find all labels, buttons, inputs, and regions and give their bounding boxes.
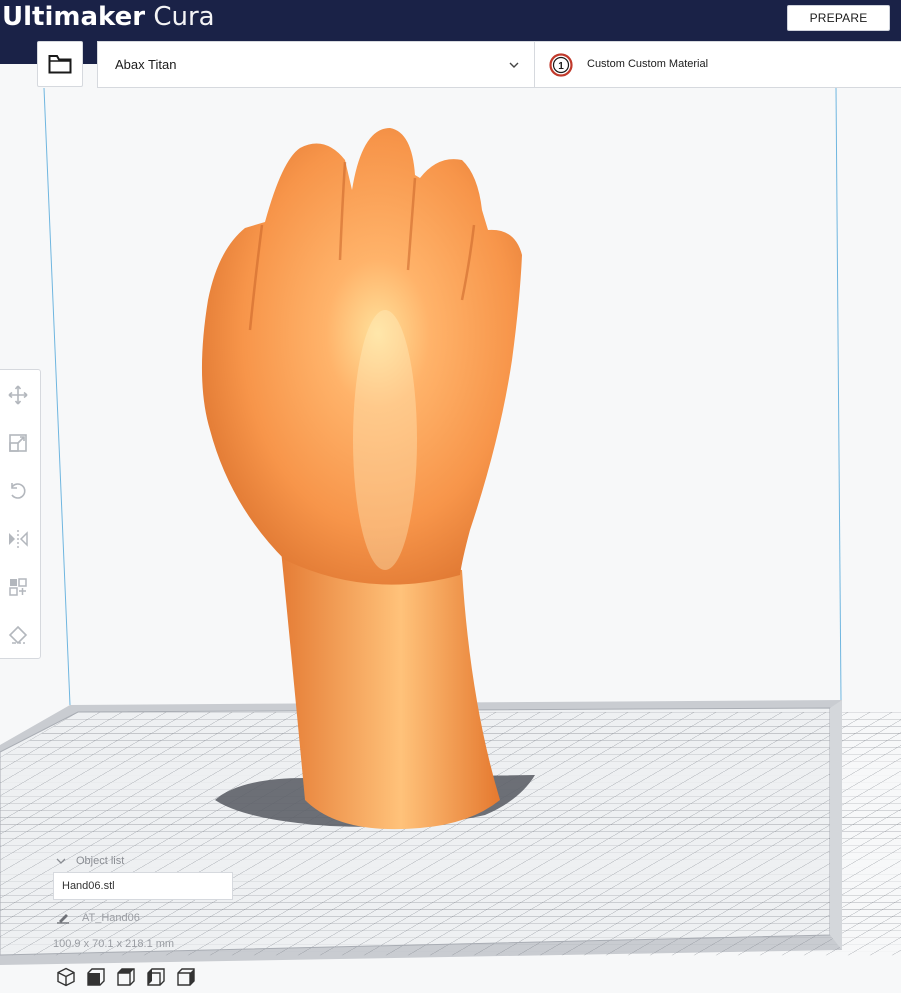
support-blocker-button[interactable] [2, 619, 34, 651]
view-3d-button[interactable] [55, 966, 77, 988]
per-model-settings-icon [9, 578, 27, 596]
pencil-icon [57, 914, 69, 924]
app-logo: Ultimaker Cura [2, 2, 215, 32]
printer-material-selector: Abax Titan 1 Custom Custom Material [97, 41, 901, 88]
chevron-down-icon [56, 858, 66, 864]
view-top-button[interactable] [115, 966, 137, 988]
folder-icon [48, 55, 72, 74]
scale-tool-button[interactable] [2, 427, 34, 459]
material-selector[interactable]: 1 Custom Custom Material [535, 42, 901, 87]
tool-panel [0, 369, 41, 659]
move-tool-button[interactable] [2, 379, 34, 411]
scale-tool-icon [9, 434, 27, 452]
object-name: AT_Hand06 [82, 912, 140, 924]
view-right-button[interactable] [175, 966, 197, 988]
viewport-3d[interactable] [0, 0, 901, 993]
material-name: Custom Custom Material [587, 58, 709, 70]
object-list-header: Object list [76, 855, 125, 867]
cube-left-icon [147, 968, 165, 986]
object-name-field[interactable]: AT_Hand06 [56, 912, 140, 924]
object-list-item[interactable]: Hand06.stl [53, 872, 233, 900]
cube-front-icon [87, 968, 105, 986]
view-orientation-bar [55, 966, 197, 988]
cube-top-icon [117, 968, 135, 986]
rotate-tool-button[interactable] [2, 475, 34, 507]
view-front-button[interactable] [85, 966, 107, 988]
chevron-down-icon [509, 62, 519, 68]
object-dimensions: 100.9 x 70.1 x 218.1 mm [53, 938, 175, 950]
svg-text:1: 1 [558, 61, 564, 72]
object-list-toggle[interactable]: Object list [56, 852, 124, 870]
view-left-button[interactable] [145, 966, 167, 988]
model-highlight [353, 310, 417, 570]
prepare-stage-button[interactable]: PREPARE [787, 5, 890, 31]
cube-3d-icon [57, 967, 75, 987]
printer-name: Abax Titan [115, 57, 177, 72]
extruder-badge-icon: 1 [549, 53, 573, 77]
open-file-button[interactable] [37, 41, 83, 87]
mirror-tool-icon [9, 530, 28, 548]
move-tool-icon [8, 385, 28, 405]
rotate-tool-icon [11, 483, 26, 499]
cube-right-icon [177, 968, 195, 986]
support-blocker-icon [8, 625, 28, 645]
mirror-tool-button[interactable] [2, 523, 34, 555]
printer-selector[interactable]: Abax Titan [98, 42, 534, 87]
per-model-settings-button[interactable] [2, 571, 34, 603]
